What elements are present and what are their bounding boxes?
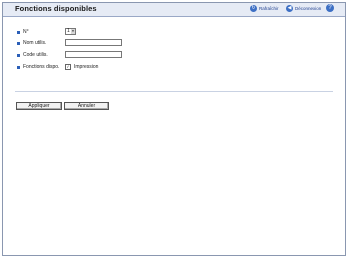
print-checkbox[interactable]: ✓ bbox=[65, 64, 71, 70]
help-icon[interactable]: ? bbox=[326, 4, 334, 12]
chevron-down-icon: ▼ bbox=[71, 29, 75, 34]
number-label: N° bbox=[17, 29, 29, 35]
logout-link[interactable]: ◀ Déconnexion bbox=[286, 4, 321, 13]
refresh-label: Rafraîchir bbox=[259, 6, 279, 11]
refresh-link[interactable]: ↻ Rafraîchir bbox=[250, 4, 279, 13]
bullet-icon bbox=[17, 53, 20, 57]
functions-label: Fonctions dispo. bbox=[17, 64, 59, 70]
user-code-label: Code utilis. bbox=[17, 52, 48, 58]
header-divider bbox=[3, 16, 345, 17]
number-select[interactable]: 1 ▼ bbox=[65, 28, 76, 35]
refresh-icon: ↻ bbox=[250, 5, 257, 12]
apply-button[interactable]: Appliquer bbox=[16, 102, 62, 110]
logout-label: Déconnexion bbox=[295, 6, 322, 11]
bullet-icon bbox=[17, 30, 20, 34]
user-code-field[interactable] bbox=[65, 51, 122, 58]
number-select-value: 1 bbox=[67, 28, 70, 34]
print-checkbox-label: Impression bbox=[74, 64, 99, 70]
print-option[interactable]: ✓ Impression bbox=[65, 64, 98, 70]
divider bbox=[15, 91, 333, 92]
user-name-label: Nom utilis. bbox=[17, 40, 46, 46]
user-name-field[interactable] bbox=[65, 39, 122, 46]
cancel-button[interactable]: Annuler bbox=[64, 102, 109, 110]
bullet-icon bbox=[17, 65, 20, 69]
logout-icon: ◀ bbox=[286, 5, 293, 12]
page-title: Fonctions disponibles bbox=[15, 4, 97, 13]
bullet-icon bbox=[17, 41, 20, 45]
window-frame bbox=[2, 2, 346, 256]
